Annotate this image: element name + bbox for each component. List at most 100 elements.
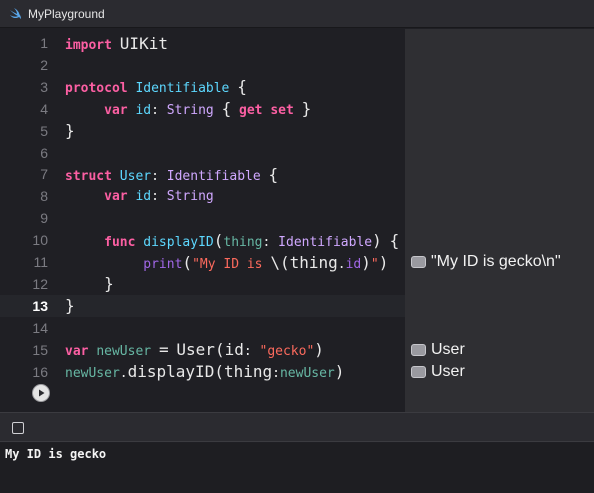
line-number: 7	[40, 166, 48, 183]
show-result-icon[interactable]	[411, 365, 426, 378]
code-token: set	[270, 103, 294, 119]
show-result-icon[interactable]	[411, 256, 426, 268]
code-token: import	[65, 37, 112, 53]
title-bar: MyPlayground	[0, 0, 594, 28]
code-line[interactable]: 8 var id: String	[0, 185, 405, 207]
code-token: Identifiable	[278, 234, 373, 250]
code-token: =	[158, 340, 169, 360]
code-token: "gecko"	[259, 344, 315, 360]
play-icon	[39, 389, 45, 397]
line-number: 6	[40, 144, 48, 161]
code-token: {	[268, 164, 279, 184]
line-number: 14	[32, 319, 48, 336]
code-line[interactable]: 3 protocol Identifiable {	[0, 76, 405, 98]
code-editor[interactable]: 1 import UIKit 2 3 protocol Identifiable {4 …	[0, 29, 405, 412]
code-token: )	[361, 252, 371, 272]
line-number: 11	[33, 254, 48, 270]
code-token: thing	[289, 252, 338, 272]
code-token: )	[372, 230, 382, 250]
code-text: var id: String { get set }	[65, 99, 311, 118]
code-line[interactable]: 6	[0, 142, 405, 164]
code-token: id	[135, 103, 152, 119]
code-token: String	[166, 103, 214, 119]
code-token: }	[301, 99, 312, 119]
code-token: }	[65, 296, 75, 316]
code-token: }	[104, 274, 114, 294]
code-token: "My ID is	[192, 256, 271, 272]
code-token: newUser	[96, 344, 152, 360]
code-token: User	[119, 168, 152, 184]
code-token: var	[65, 344, 89, 360]
code-text: print("My ID is \(thing.id)")	[65, 253, 388, 272]
code-token: .	[119, 366, 128, 381]
code-token: User	[176, 340, 215, 360]
code-line[interactable]: 13}	[0, 294, 405, 317]
code-token: (	[213, 230, 224, 250]
result-row[interactable]: User	[411, 340, 465, 360]
line-number: 13	[32, 297, 48, 314]
code-token: )	[334, 362, 345, 381]
line-number: 15	[32, 341, 48, 358]
code-line[interactable]: 10 func displayID(thing: Identifiable) {	[0, 229, 405, 251]
code-token: :	[272, 366, 280, 381]
code-token: "	[370, 256, 379, 272]
result-row[interactable]: "My ID is gecko\n"	[411, 252, 561, 272]
code-line[interactable]: 2	[0, 54, 405, 76]
line-number: 8	[40, 188, 48, 205]
code-token: .	[337, 256, 346, 272]
line-number: 5	[40, 122, 48, 139]
line-number: 12	[32, 275, 48, 292]
code-token: )	[314, 340, 324, 360]
code-token: \(	[270, 252, 290, 272]
code-token: thing	[223, 234, 263, 250]
swift-icon	[8, 7, 22, 21]
code-token: newUser	[279, 366, 335, 381]
code-token: displayID	[143, 234, 214, 250]
code-token: :	[243, 344, 260, 360]
code-token: Identifiable	[166, 168, 261, 184]
result-value: User	[431, 362, 465, 380]
line-number: 4	[40, 100, 48, 117]
run-button[interactable]	[32, 384, 50, 402]
code-line[interactable]: 7 struct User: Identifiable {	[0, 163, 405, 185]
code-line[interactable]: 9	[0, 207, 405, 229]
code-token: }	[65, 121, 75, 141]
line-number: 10	[32, 232, 48, 249]
code-token: :	[262, 234, 279, 250]
code-token: (	[214, 340, 225, 360]
code-token: (	[182, 252, 193, 272]
line-number: 3	[40, 78, 48, 95]
code-token: newUser	[65, 366, 120, 381]
code-line[interactable]: 16 newUser.displayID(thing:newUser)	[0, 361, 405, 383]
console-area: My ID is gecko	[0, 443, 594, 493]
code-token: func	[104, 234, 136, 250]
code-line[interactable]: 1 import UIKit	[0, 32, 405, 54]
code-line[interactable]: 11 print("My ID is \(thing.id)")	[0, 251, 405, 273]
code-token: (	[214, 362, 224, 381]
show-result-icon[interactable]	[411, 343, 426, 356]
code-token: id	[135, 188, 152, 204]
show-debug-area-icon[interactable]	[12, 422, 24, 434]
code-token: {	[221, 99, 232, 119]
code-line[interactable]: 4 var id: String { get set }	[0, 98, 405, 120]
code-token: print	[143, 256, 183, 272]
code-line[interactable]: 15 var newUser = User(id: "gecko")	[0, 339, 405, 361]
code-token: {	[237, 77, 247, 97]
code-text: newUser.displayID(thing:newUser)	[65, 362, 344, 381]
line-number: 1	[40, 35, 48, 51]
code-token: displayID	[127, 362, 215, 381]
code-line[interactable]: 14	[0, 317, 405, 339]
code-text: func displayID(thing: Identifiable) {	[65, 231, 399, 250]
code-token: Identifiable	[135, 81, 230, 97]
code-line[interactable]: 5}	[0, 120, 405, 142]
result-row[interactable]: User	[411, 362, 465, 382]
code-line[interactable]: 12 }	[0, 273, 405, 295]
